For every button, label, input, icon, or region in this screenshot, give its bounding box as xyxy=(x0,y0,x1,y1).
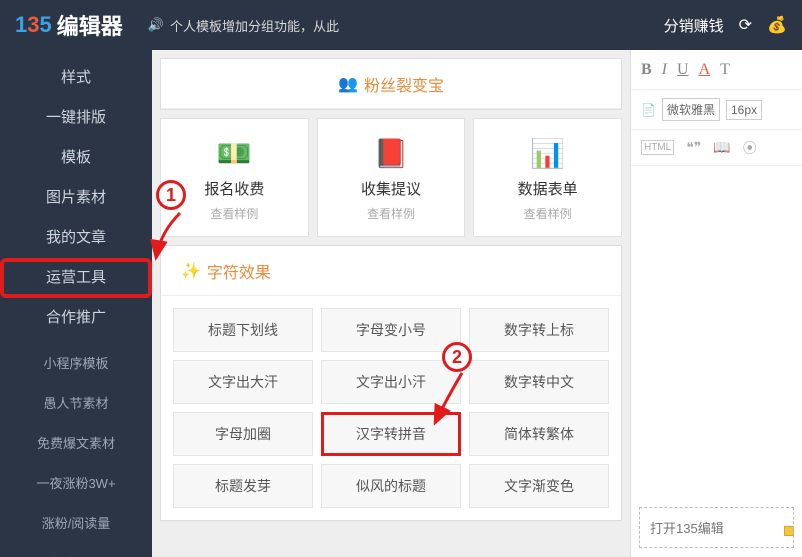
announcement-bar[interactable]: 🔊 个人模板增加分组功能，从此 xyxy=(148,16,339,35)
effect-button-8[interactable]: 简体转繁体 xyxy=(469,412,609,456)
card-icon: 💵 xyxy=(161,137,308,170)
effect-button-0[interactable]: 标题下划线 xyxy=(173,308,313,352)
editor-pane: B I U A T 📄 微软雅黑 16px HTML ❝❞ 📖 ⦿ 打开135编… xyxy=(630,50,802,557)
sidebar-subitem-1[interactable]: 愚人节素材 xyxy=(0,384,152,424)
card-icon: 📕 xyxy=(318,137,465,170)
effect-button-9[interactable]: 标题发芽 xyxy=(173,464,313,508)
app-header: 135 编辑器 🔊 个人模板增加分组功能，从此 分销赚钱 ⟳ 💰 xyxy=(0,0,802,50)
sidebar-subitem-4[interactable]: 涨粉/阅读量 xyxy=(0,504,152,544)
bold-button[interactable]: B xyxy=(641,61,652,79)
logo-mark: 135 xyxy=(15,12,52,38)
sidebar-item-4[interactable]: 我的文章 xyxy=(0,218,152,258)
italic-button[interactable]: I xyxy=(662,61,667,79)
sidebar-subitem-5[interactable]: 免费作图 xyxy=(0,544,152,557)
quote-button[interactable]: ❝❞ xyxy=(686,139,701,156)
document-icon[interactable]: 📄 xyxy=(641,103,656,117)
canvas-placeholder: 打开135编辑 xyxy=(639,507,794,548)
annotation-number-2: 2 xyxy=(442,342,472,372)
logo: 135 编辑器 xyxy=(15,9,123,41)
money-icon[interactable]: 💰 xyxy=(767,15,787,35)
editor-canvas[interactable]: 打开135编辑 xyxy=(631,166,802,556)
html-button[interactable]: HTML xyxy=(641,140,674,155)
annotation-number-1: 1 xyxy=(156,180,186,210)
text-tool-button[interactable]: T xyxy=(720,61,730,79)
sidebar-subitem-2[interactable]: 免费爆文素材 xyxy=(0,424,152,464)
bullet-button[interactable]: ⦿ xyxy=(743,138,757,158)
feature-card-1[interactable]: 📕 收集提议查看样例 xyxy=(317,118,466,237)
effect-button-6[interactable]: 字母加圈 xyxy=(173,412,313,456)
card-title: 收集提议 xyxy=(318,178,465,199)
sidebar-item-6[interactable]: 合作推广 xyxy=(0,298,152,338)
text-effects-panel: ✨ 字符效果 2 标题下划线字母变小号数字转上标文字出大汗文字出小汗数字转中文字… xyxy=(160,245,622,521)
annotation-arrow-1 xyxy=(150,208,190,268)
sidebar-subitem-0[interactable]: 小程序模板 xyxy=(0,344,152,384)
underline-button[interactable]: U xyxy=(677,61,689,79)
effect-button-5[interactable]: 数字转中文 xyxy=(469,360,609,404)
card-link[interactable]: 查看样例 xyxy=(318,205,465,222)
card-title: 数据表单 xyxy=(474,178,621,199)
main-content: 1 👥 粉丝裂变宝 💵报名收费查看样例📕收集提议查看样例📊数据表单查看样例 ✨ … xyxy=(152,50,630,557)
font-toolbar: 📄 微软雅黑 16px xyxy=(631,90,802,130)
secondary-toolbar: HTML ❝❞ 📖 ⦿ xyxy=(631,130,802,166)
effect-button-3[interactable]: 文字出大汗 xyxy=(173,360,313,404)
effect-button-10[interactable]: 似风的标题 xyxy=(321,464,461,508)
sidebar-item-0[interactable]: 样式 xyxy=(0,58,152,98)
sidebar-item-3[interactable]: 图片素材 xyxy=(0,178,152,218)
sidebar-subitem-3[interactable]: 一夜涨粉3W+ xyxy=(0,464,152,504)
format-toolbar: B I U A T xyxy=(631,50,802,90)
announcement-text: 个人模板增加分组功能，从此 xyxy=(170,16,339,35)
font-color-button[interactable]: A xyxy=(699,61,711,79)
book-button[interactable]: 📖 xyxy=(713,139,730,156)
sidebar-item-2[interactable]: 模板 xyxy=(0,138,152,178)
fans-panel: 👥 粉丝裂变宝 xyxy=(160,58,622,110)
distribution-link[interactable]: 分销赚钱 xyxy=(664,15,724,36)
annotation-arrow-2 xyxy=(427,368,477,438)
card-icon: 📊 xyxy=(474,137,621,170)
text-effects-header: ✨ 字符效果 xyxy=(161,246,621,296)
card-link[interactable]: 查看样例 xyxy=(474,205,621,222)
fans-panel-title: 粉丝裂变宝 xyxy=(364,72,444,96)
sidebar: 样式一键排版模板图片素材我的文章运营工具合作推广 小程序模板愚人节素材免费爆文素… xyxy=(0,50,152,557)
feature-card-2[interactable]: 📊 数据表单查看样例 xyxy=(473,118,622,237)
users-icon: 👥 xyxy=(338,74,358,94)
sidebar-item-1[interactable]: 一键排版 xyxy=(0,98,152,138)
refresh-icon[interactable]: ⟳ xyxy=(739,15,752,35)
font-size-select[interactable]: 16px xyxy=(726,100,762,120)
sidebar-item-5[interactable]: 运营工具 xyxy=(0,258,152,298)
speaker-icon: 🔊 xyxy=(148,17,164,33)
effect-button-2[interactable]: 数字转上标 xyxy=(469,308,609,352)
fans-panel-header: 👥 粉丝裂变宝 xyxy=(161,59,621,109)
logo-text: 编辑器 xyxy=(57,9,123,41)
text-effects-title: 字符效果 xyxy=(207,259,271,283)
effect-button-1[interactable]: 字母变小号 xyxy=(321,308,461,352)
effect-button-11[interactable]: 文字渐变色 xyxy=(469,464,609,508)
font-family-select[interactable]: 微软雅黑 xyxy=(662,98,720,121)
